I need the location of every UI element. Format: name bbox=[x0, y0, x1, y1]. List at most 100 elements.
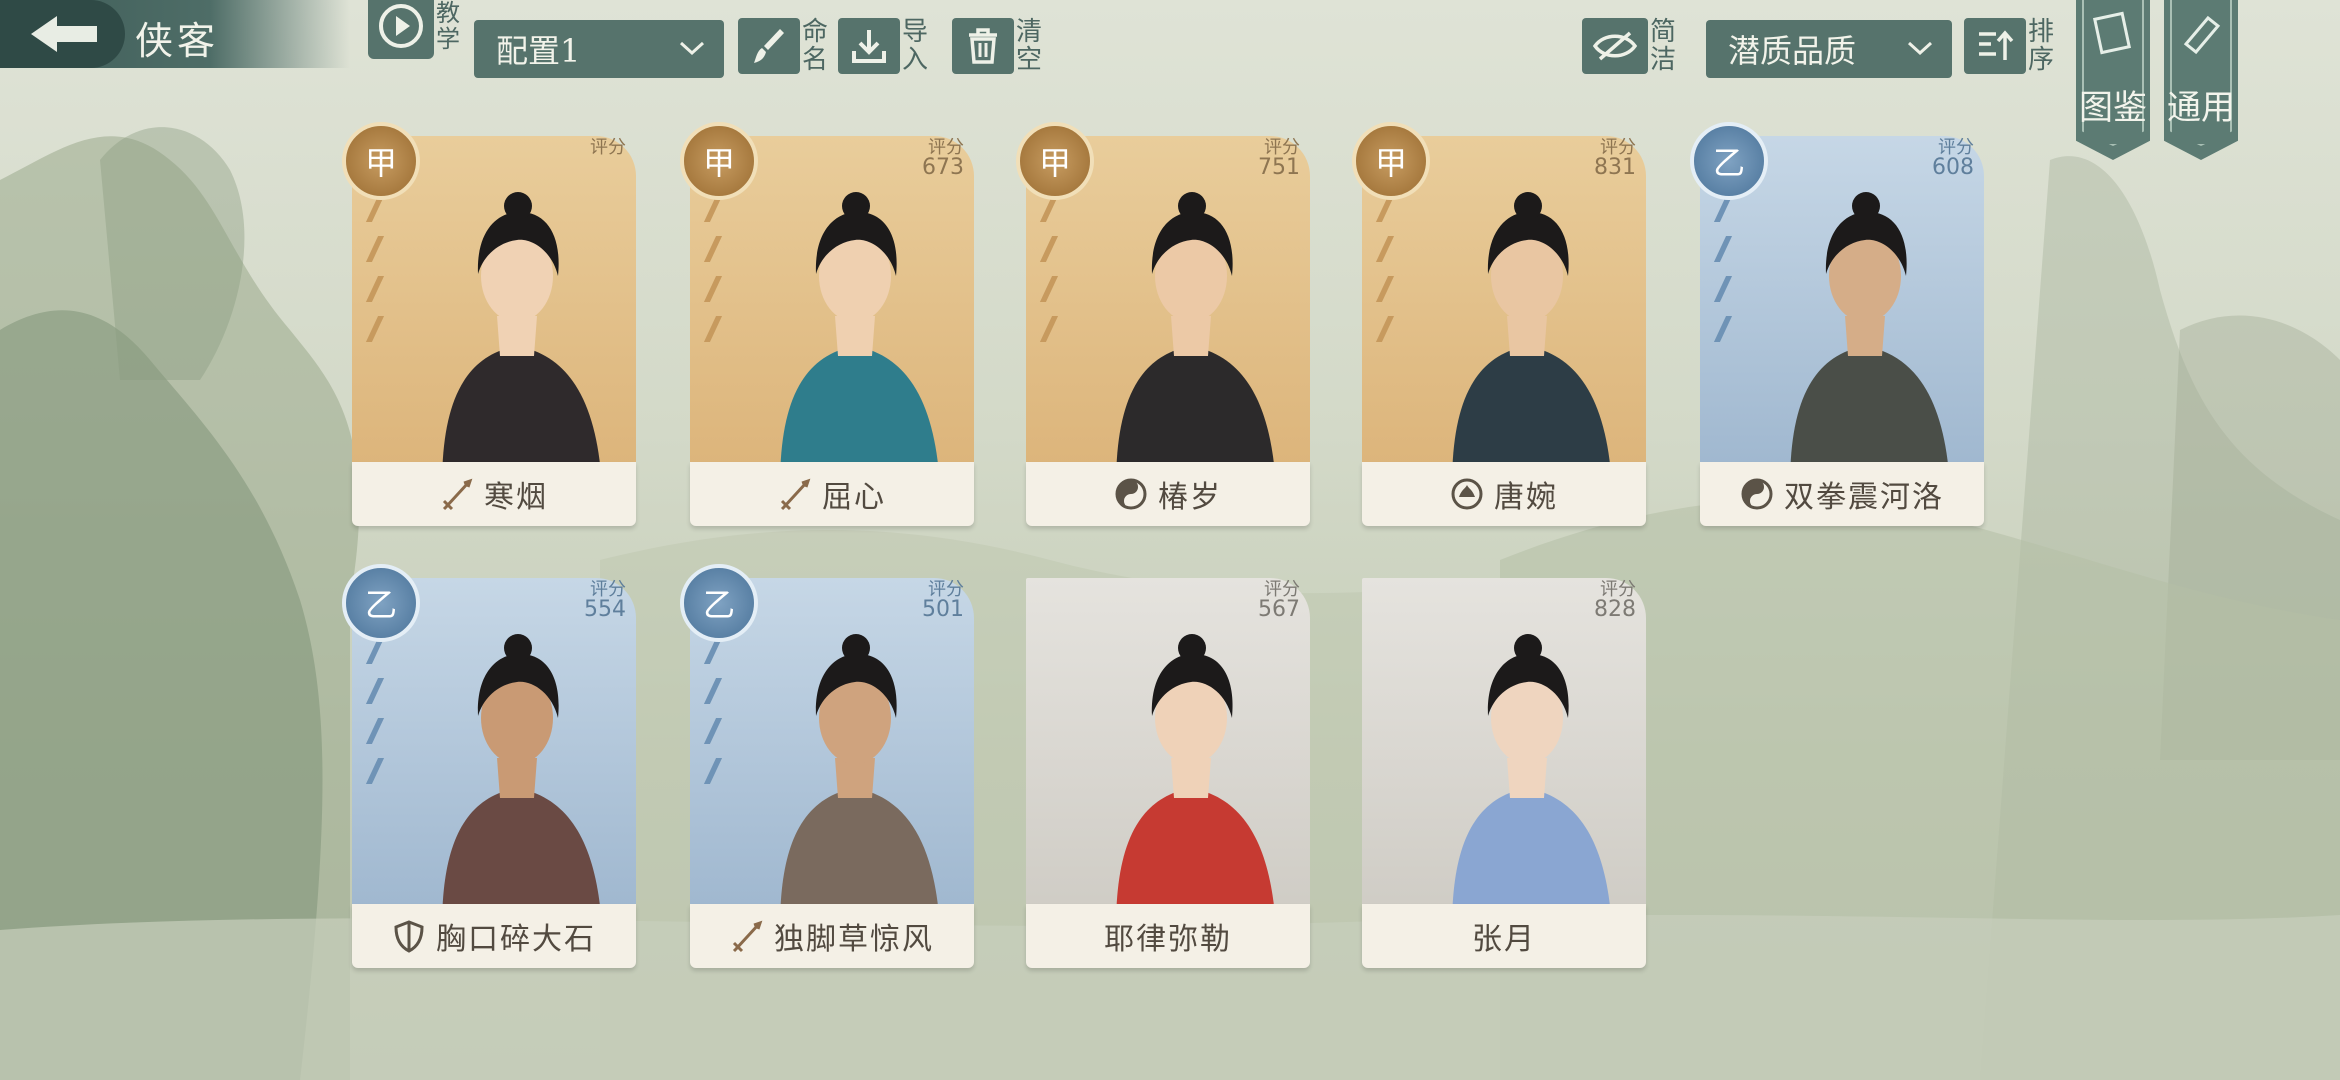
tutorial-label: 教学 bbox=[436, 0, 460, 53]
character-card[interactable]: 乙 评分 554 胸口碎大石 bbox=[342, 564, 636, 976]
general-tab[interactable]: 通用 bbox=[2164, 0, 2238, 160]
character-name: 张月 bbox=[1472, 922, 1536, 957]
chevron-down-icon bbox=[1907, 41, 1933, 56]
score-label: 评分 bbox=[590, 137, 626, 158]
name-plate: 双拳震河洛 bbox=[1700, 462, 1984, 526]
score-value: 554 bbox=[584, 597, 626, 622]
tutorial-button[interactable]: 教学 bbox=[368, 0, 472, 59]
grade-ticks bbox=[1710, 196, 1740, 356]
character-name: 寒烟 bbox=[484, 480, 548, 515]
config-select[interactable]: 配置1 bbox=[474, 20, 724, 78]
import-label: 导入 bbox=[902, 17, 929, 75]
character-figure bbox=[1790, 192, 1950, 474]
brush-icon bbox=[754, 29, 784, 63]
character-portrait bbox=[1362, 578, 1646, 916]
score-value: 501 bbox=[922, 597, 964, 622]
import-button[interactable]: 导入 bbox=[838, 17, 938, 75]
codex-label: 图鉴 bbox=[2079, 88, 2147, 128]
score-display: 评分 608 bbox=[1932, 138, 1974, 180]
page-title: 侠客 bbox=[135, 19, 220, 63]
sort-button[interactable]: 排序 bbox=[1964, 17, 2064, 75]
character-card[interactable]: 乙 评分 501 独脚草惊风 bbox=[680, 564, 974, 976]
character-portrait bbox=[1026, 578, 1310, 916]
character-card[interactable]: 乙 评分 608 双拳震河洛 bbox=[1690, 122, 1984, 534]
download-icon bbox=[852, 30, 886, 63]
score-display: 评分 bbox=[590, 138, 626, 158]
grade-badge: 乙 bbox=[1690, 122, 1768, 200]
sort-criteria-select[interactable]: 潜质品质 bbox=[1706, 20, 1952, 78]
character-card[interactable]: 甲 评分 831 唐婉 bbox=[1352, 122, 1646, 534]
clear-button[interactable]: 清空 bbox=[952, 17, 1052, 75]
sort-criteria-value: 潜质品质 bbox=[1728, 32, 1857, 70]
character-figure bbox=[780, 192, 940, 474]
score-display: 评分 501 bbox=[922, 580, 964, 622]
score-display: 评分 554 bbox=[584, 580, 626, 622]
score-value: 828 bbox=[1594, 597, 1636, 622]
character-figure bbox=[1452, 192, 1612, 474]
name-plate: 屈心 bbox=[690, 462, 974, 526]
score-value: 567 bbox=[1258, 597, 1300, 622]
character-figure bbox=[780, 634, 940, 916]
score-value: 673 bbox=[922, 155, 964, 180]
grade-ticks bbox=[362, 638, 392, 798]
grade-badge: 乙 bbox=[342, 564, 420, 642]
character-name: 屈心 bbox=[822, 480, 886, 515]
character-name: 胸口碎大石 bbox=[436, 922, 596, 957]
character-figure bbox=[1452, 634, 1612, 916]
name-plate: 椿岁 bbox=[1026, 462, 1310, 526]
taiji-icon bbox=[1115, 478, 1147, 510]
character-card[interactable]: 甲 评分 673 屈心 bbox=[680, 122, 974, 534]
character-name: 独脚草惊风 bbox=[774, 922, 934, 957]
character-card[interactable]: 评分 828 张月 bbox=[1362, 570, 1646, 976]
name-plate: 唐婉 bbox=[1362, 462, 1646, 526]
character-name: 椿岁 bbox=[1158, 480, 1222, 515]
concise-label: 简洁 bbox=[1650, 17, 1677, 75]
general-label: 通用 bbox=[2167, 88, 2235, 128]
character-figure bbox=[442, 192, 602, 474]
grade-ticks bbox=[1036, 196, 1066, 356]
book-icon bbox=[2092, 11, 2132, 55]
config-select-value: 配置1 bbox=[496, 32, 581, 70]
rename-label: 命名 bbox=[802, 17, 829, 75]
grade-badge: 甲 bbox=[680, 122, 758, 200]
character-card[interactable]: 甲 评分 751 椿岁 bbox=[1016, 122, 1310, 534]
eye-off-icon bbox=[1592, 31, 1638, 61]
sword-icon bbox=[442, 478, 473, 511]
character-card[interactable]: 评分 567 耶律弥勒 bbox=[1026, 570, 1310, 976]
score-display: 评分 828 bbox=[1594, 580, 1636, 622]
trash-icon bbox=[969, 28, 997, 64]
back-button[interactable] bbox=[0, 0, 125, 68]
rename-button[interactable]: 命名 bbox=[738, 17, 838, 75]
name-plate: 胸口碎大石 bbox=[352, 904, 636, 968]
codex-tab[interactable]: 图鉴 bbox=[2076, 0, 2150, 160]
scroll-icon bbox=[2183, 15, 2221, 55]
chevron-down-icon bbox=[679, 41, 705, 56]
grade-badge: 甲 bbox=[342, 122, 420, 200]
grade-ticks bbox=[362, 196, 392, 356]
character-figure bbox=[1116, 192, 1276, 474]
score-display: 评分 567 bbox=[1258, 580, 1300, 622]
character-card[interactable]: 甲 评分寒烟 bbox=[342, 122, 636, 534]
character-name: 耶律弥勒 bbox=[1104, 922, 1232, 957]
taiji-icon bbox=[1741, 478, 1773, 510]
score-value: 608 bbox=[1932, 155, 1974, 180]
score-display: 评分 831 bbox=[1594, 138, 1636, 180]
play-icon bbox=[379, 4, 423, 48]
sort-label: 排序 bbox=[2028, 17, 2055, 75]
score-value: 831 bbox=[1594, 155, 1636, 180]
grade-ticks bbox=[700, 196, 730, 356]
sword-icon bbox=[780, 478, 811, 511]
grade-badge: 甲 bbox=[1016, 122, 1094, 200]
grade-ticks bbox=[700, 638, 730, 798]
grade-ticks bbox=[1372, 196, 1402, 356]
score-display: 评分 673 bbox=[922, 138, 964, 180]
character-name: 双拳震河洛 bbox=[1784, 480, 1944, 515]
sort-icon bbox=[1979, 30, 2014, 60]
name-plate: 张月 bbox=[1362, 904, 1646, 968]
concise-toggle[interactable]: 简洁 bbox=[1582, 17, 1686, 75]
clear-label: 清空 bbox=[1016, 17, 1043, 75]
name-plate: 独脚草惊风 bbox=[690, 904, 974, 968]
back-arrow-icon bbox=[30, 16, 97, 52]
character-name: 唐婉 bbox=[1494, 480, 1558, 515]
character-figure bbox=[1116, 634, 1276, 916]
